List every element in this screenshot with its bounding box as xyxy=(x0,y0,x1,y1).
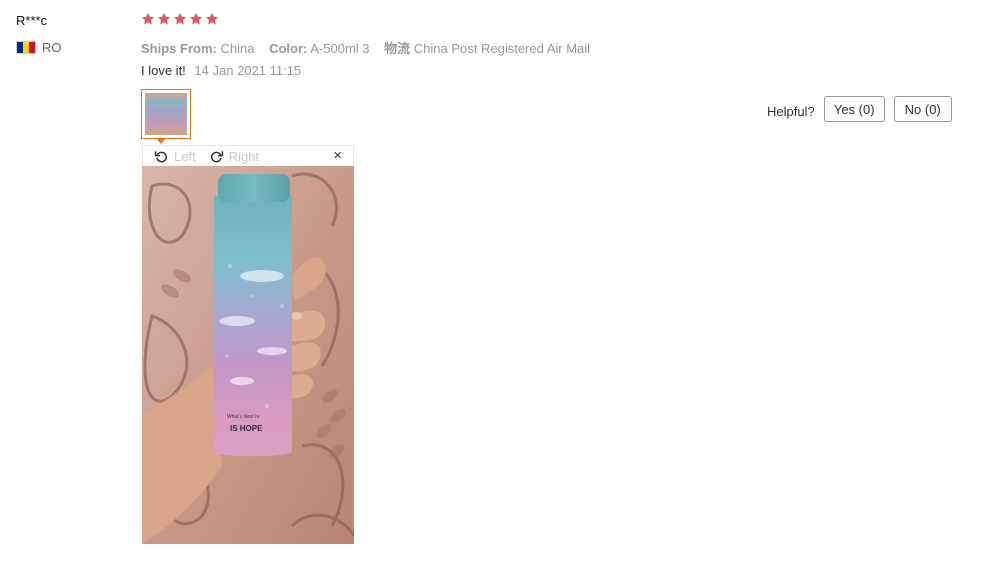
review-photo-thumbnail[interactable] xyxy=(141,89,191,139)
color-value: A-500ml 3 xyxy=(310,41,370,56)
star-icon xyxy=(157,12,171,25)
review-text: I love it! xyxy=(141,63,186,78)
review-photo: What's Next Is IS HOPE xyxy=(142,166,354,544)
review-body: I love it! 14 Jan 2021 11:15 xyxy=(141,63,301,78)
thumbnail-pointer-icon xyxy=(156,138,166,144)
reviewer-country: RO xyxy=(16,40,62,55)
helpful-no-button[interactable]: No (0) xyxy=(893,96,952,122)
image-viewer-toolbar: Left Right × xyxy=(142,145,354,166)
review-date: 14 Jan 2021 11:15 xyxy=(194,63,302,78)
logistics-value: China Post Registered Air Mail xyxy=(413,41,591,56)
star-icon xyxy=(173,12,187,25)
romania-flag-icon xyxy=(16,41,36,54)
thumbnail-image xyxy=(145,93,187,135)
rotate-left-button[interactable]: Left xyxy=(153,149,196,164)
close-icon[interactable]: × xyxy=(333,148,342,164)
rotate-right-button[interactable]: Right xyxy=(208,149,259,164)
star-icon xyxy=(189,12,203,25)
rotate-right-label: Right xyxy=(228,148,260,164)
helpful-label: Helpful? xyxy=(767,103,815,119)
helpful-vote: Helpful? Yes (0) No (0) xyxy=(767,96,952,122)
helpful-yes-button[interactable]: Yes (0) xyxy=(823,96,885,122)
ships-from-label: Ships From: xyxy=(141,41,217,56)
star-icon xyxy=(205,12,219,25)
rotate-right-icon xyxy=(210,150,223,162)
rotate-left-icon xyxy=(154,150,168,162)
reviewer-name: R***c xyxy=(16,13,48,28)
country-code: RO xyxy=(42,40,62,55)
star-icon xyxy=(141,12,155,25)
order-info: Ships From: China Color: A-500ml 3 物流 Ch… xyxy=(141,38,590,57)
ships-from-value: China xyxy=(220,41,255,56)
bottle-small-text: What's Next Is xyxy=(227,414,260,420)
logistics-label: 物流 xyxy=(384,41,411,56)
rotate-left-label: Left xyxy=(174,148,196,164)
rating-stars xyxy=(141,12,219,26)
color-label: Color: xyxy=(269,41,308,56)
bottle-label: IS HOPE xyxy=(230,424,263,433)
